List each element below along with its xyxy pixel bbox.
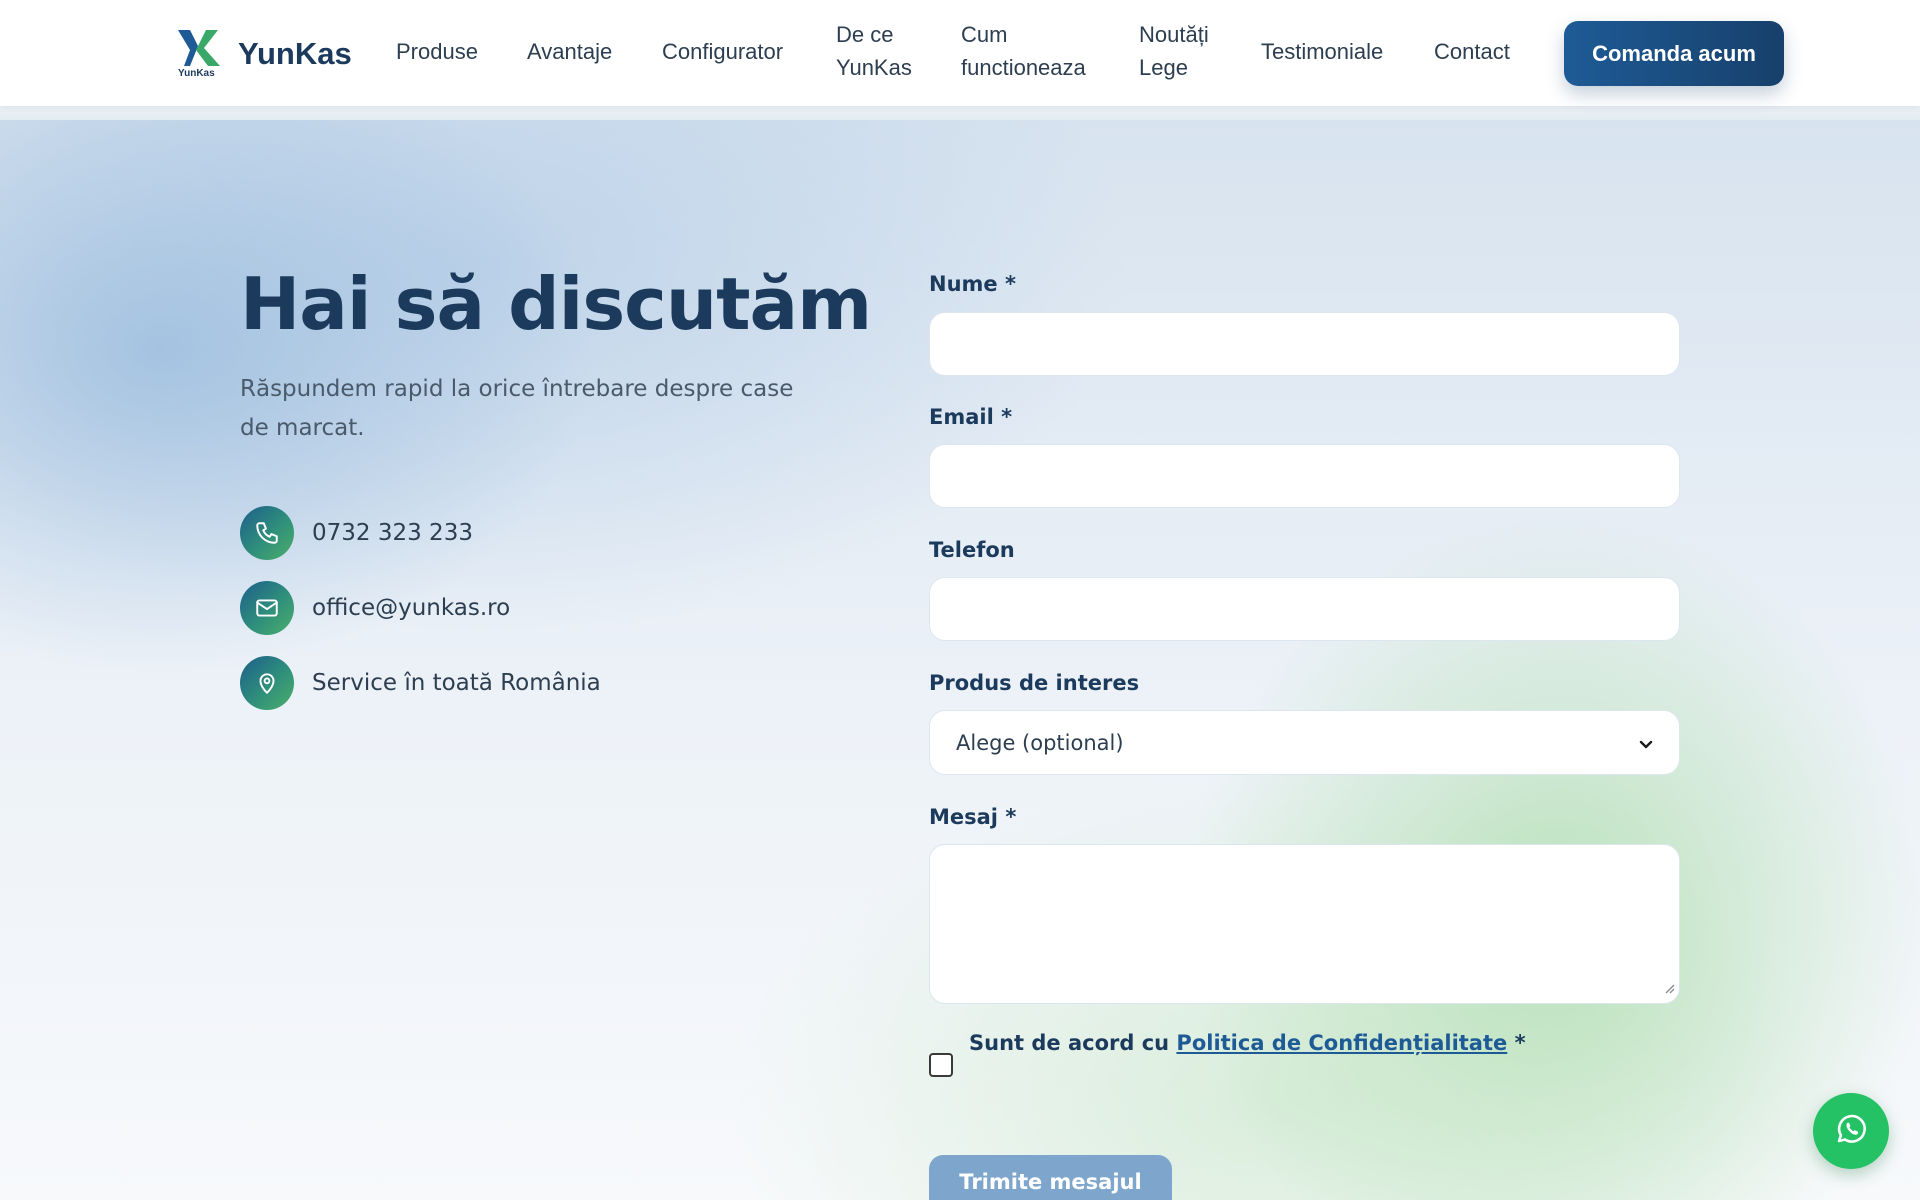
whatsapp-button[interactable] [1813,1093,1889,1169]
nav-item-noutati-lege[interactable]: Noutăți Lege [1139,18,1209,84]
phone-input[interactable] [929,577,1680,641]
whatsapp-icon [1833,1111,1869,1151]
contact-phone-text: 0732 323 233 [312,520,473,546]
nav-item-configurator[interactable]: Configurator [662,35,783,68]
contact-location-text: Service în toată România [312,670,601,696]
product-select[interactable]: Alege (optional) [929,710,1680,775]
name-input[interactable] [929,312,1680,376]
nav-item-label: Produse [396,39,478,64]
nav-item-label: Testimoniale [1261,39,1384,64]
logo[interactable]: YunKas YunKas [176,26,352,82]
privacy-consent-suffix: * [1507,1031,1526,1055]
product-select-value: Alege (optional) [956,730,1124,755]
contact-email-text: office@yunkas.ro [312,595,511,621]
phone-icon [240,506,294,560]
nav-item-avantaje[interactable]: Avantaje [527,35,612,68]
nav-item-label-line2: functioneaza [961,55,1086,80]
order-now-button[interactable]: Comanda acum [1564,21,1784,86]
nav-item-label: Contact [1434,39,1510,64]
logo-mark-text: YunKas [178,68,215,79]
location-pin-icon [240,656,294,710]
contact-phone[interactable]: 0732 323 233 [240,506,473,560]
nav-item-label-line1: De ce [836,22,894,47]
product-label: Produs de interes [929,671,1140,695]
nav-item-produse[interactable]: Produse [396,35,478,68]
submit-button[interactable]: Trimite mesajul [929,1155,1172,1200]
logo-mark: YunKas [176,28,224,80]
message-textarea[interactable] [929,844,1680,1004]
contact-email[interactable]: office@yunkas.ro [240,581,510,635]
privacy-policy-link[interactable]: Politica de Confidențialitate [1176,1031,1507,1055]
nav-item-contact[interactable]: Contact [1434,35,1510,68]
privacy-checkbox[interactable] [929,1053,953,1077]
email-input[interactable] [929,444,1680,508]
nav-item-label: Configurator [662,39,784,64]
logo-text: YunKas [238,36,352,71]
privacy-consent: Sunt de acord cu Politica de Confidenția… [929,1031,1526,1077]
nav-item-label: Avantaje [527,39,613,64]
nav-item-testimoniale[interactable]: Testimoniale [1261,35,1383,68]
message-label: Mesaj * [929,805,1017,829]
name-label: Nume * [929,272,1016,296]
email-label: Email * [929,405,1013,429]
page-subtitle: Răspundem rapid la orice întrebare despr… [240,376,794,441]
chevron-down-icon [1639,731,1653,755]
logo-icon [178,30,220,66]
nav-item-cum-functioneaza[interactable]: Cum functioneaza [961,18,1086,84]
nav-item-de-ce-yunkas[interactable]: De ce YunKas [836,18,912,84]
nav-item-label-line2: Lege [1139,55,1188,80]
nav-item-label-line1: Cum [961,22,1008,47]
resize-grip-icon[interactable] [1663,975,1675,999]
page-title: Hai să discutăm [240,262,872,346]
site-header: YunKas YunKas Produse Avantaje Configura… [0,0,1920,106]
privacy-consent-text: Sunt de acord cu Politica de Confidenția… [969,1031,1526,1055]
phone-label: Telefon [929,538,1015,562]
contact-location: Service în toată România [240,656,601,710]
mail-icon [240,581,294,635]
header-shadow-strip [0,106,1920,120]
privacy-consent-prefix: Sunt de acord cu [969,1031,1177,1055]
nav-item-label-line1: Noutăți [1139,22,1209,47]
nav-item-label-line2: YunKas [836,55,912,80]
